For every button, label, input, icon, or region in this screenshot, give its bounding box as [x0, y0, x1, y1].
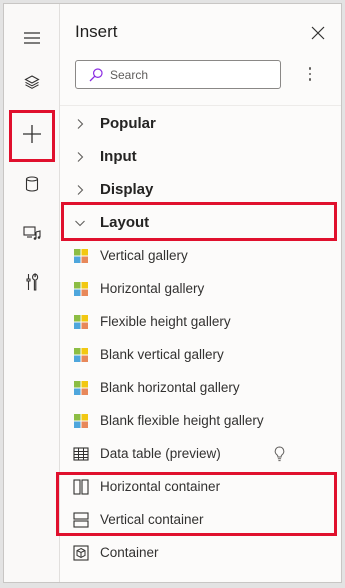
- data-button[interactable]: [4, 164, 59, 204]
- horizontal-container-icon: [73, 478, 89, 495]
- database-icon: [25, 176, 38, 192]
- insert-panel: Insert Popular Input Display: [60, 4, 341, 582]
- chevron-down-icon: [75, 220, 85, 226]
- item-label: Blank horizontal gallery: [100, 380, 240, 395]
- item-label: Horizontal gallery: [100, 281, 205, 296]
- hamburger-menu-icon: [23, 32, 40, 44]
- dot-icon: [308, 67, 312, 70]
- item-label: Vertical container: [100, 512, 204, 527]
- list-item-blank-vertical-gallery[interactable]: Blank vertical gallery: [60, 338, 341, 371]
- more-options-button[interactable]: [307, 64, 313, 84]
- panel-title: Insert: [75, 22, 118, 41]
- chevron-right-icon: [77, 184, 84, 195]
- close-button[interactable]: [309, 24, 327, 42]
- gallery-icon: [74, 281, 88, 296]
- plus-icon: [22, 125, 41, 143]
- list-item-blank-horizontal-gallery[interactable]: Blank horizontal gallery: [60, 371, 341, 404]
- category-popular[interactable]: Popular: [60, 107, 341, 140]
- search-box[interactable]: [75, 60, 281, 89]
- list-item-horizontal-gallery[interactable]: Horizontal gallery: [60, 272, 341, 305]
- left-rail: [4, 4, 60, 582]
- close-icon: [311, 26, 325, 40]
- tree-view-button[interactable]: [4, 62, 59, 102]
- gallery-icon: [74, 347, 88, 362]
- dot-icon: [308, 72, 312, 76]
- tools-icon: [25, 273, 38, 291]
- list-item-container[interactable]: Container: [60, 536, 341, 569]
- table-icon: [73, 446, 89, 461]
- gallery-icon: [74, 314, 88, 329]
- item-label: Vertical gallery: [100, 248, 188, 263]
- chevron-right-icon: [77, 118, 84, 129]
- list-item-blank-flexible-height-gallery[interactable]: Blank flexible height gallery: [60, 404, 341, 437]
- vertical-container-icon: [73, 511, 89, 528]
- item-label: Blank vertical gallery: [100, 347, 224, 362]
- gallery-icon: [74, 248, 88, 263]
- category-display[interactable]: Display: [60, 173, 341, 206]
- list-item-vertical-container[interactable]: Vertical container: [60, 503, 341, 536]
- item-label: Data table (preview): [100, 446, 221, 461]
- category-layout[interactable]: Layout: [60, 206, 341, 239]
- container-icon: [73, 544, 89, 561]
- item-label: Horizontal container: [100, 479, 221, 494]
- category-label: Input: [100, 148, 137, 165]
- insert-button[interactable]: [4, 114, 59, 154]
- category-label: Display: [100, 181, 154, 198]
- category-input[interactable]: Input: [60, 140, 341, 173]
- layers-icon: [23, 75, 40, 89]
- list-item-horizontal-container[interactable]: Horizontal container: [60, 470, 341, 503]
- category-label: Popular: [100, 115, 156, 132]
- gallery-icon: [74, 380, 88, 395]
- advanced-tools-button[interactable]: [4, 262, 59, 302]
- media-icon: [22, 226, 41, 240]
- category-label: Layout: [100, 214, 150, 231]
- hamburger-menu-button[interactable]: [4, 18, 59, 58]
- gallery-icon: [74, 413, 88, 428]
- media-button[interactable]: [4, 213, 59, 253]
- list-item-data-table[interactable]: Data table (preview): [60, 437, 341, 470]
- list-item-flexible-height-gallery[interactable]: Flexible height gallery: [60, 305, 341, 338]
- item-label: Blank flexible height gallery: [100, 413, 264, 428]
- dot-icon: [308, 78, 312, 81]
- lightbulb-icon[interactable]: [273, 445, 286, 462]
- item-label: Container: [100, 545, 159, 560]
- list-item-vertical-gallery[interactable]: Vertical gallery: [60, 239, 341, 272]
- search-icon: [89, 67, 103, 81]
- divider: [60, 105, 341, 106]
- chevron-right-icon: [77, 151, 84, 162]
- item-label: Flexible height gallery: [100, 314, 231, 329]
- app-window: Insert Popular Input Display: [3, 3, 342, 583]
- search-input[interactable]: [110, 67, 260, 82]
